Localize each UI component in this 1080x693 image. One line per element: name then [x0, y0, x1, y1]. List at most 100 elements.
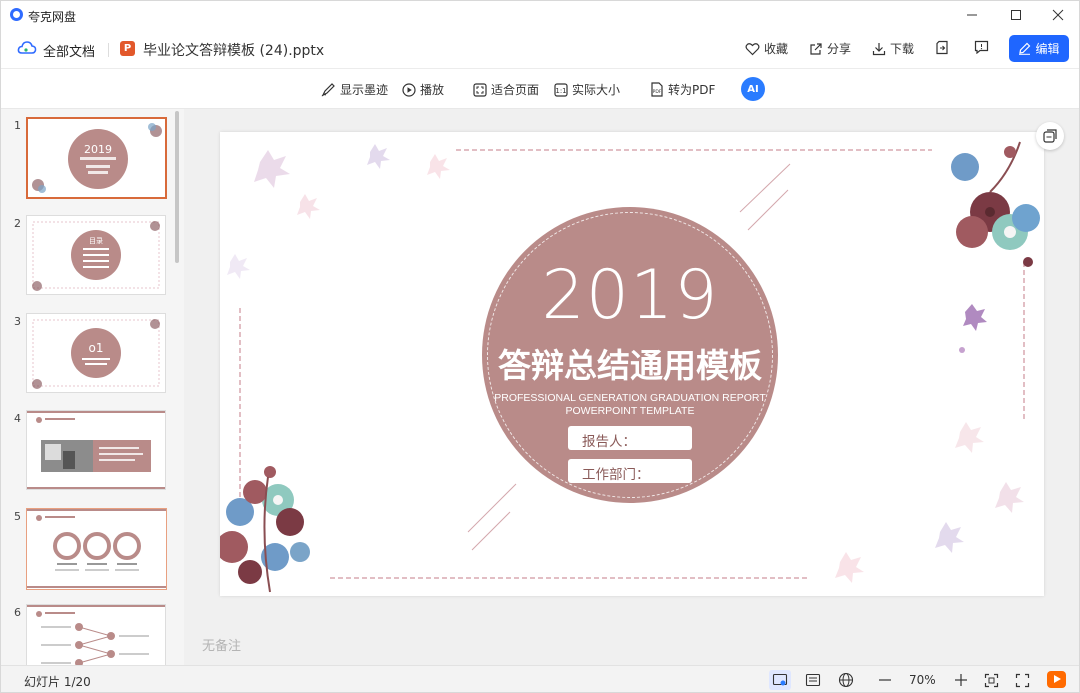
notes-placeholder[interactable]: 无备注 [202, 635, 241, 654]
thumbnail-preview: 2019 [32, 123, 162, 193]
svg-text:2019: 2019 [84, 143, 112, 156]
fit-window-button[interactable] [980, 670, 1002, 690]
zoom-out-button[interactable] [874, 670, 896, 690]
save-to-drive-icon [936, 40, 948, 55]
convert-pdf-button[interactable]: PDF 转为PDF [649, 81, 715, 98]
download-button[interactable]: 下载 [872, 40, 914, 57]
zoom-level[interactable]: 70% [909, 673, 936, 687]
edit-button[interactable]: 编辑 [1009, 35, 1069, 62]
play-button[interactable]: 播放 [402, 81, 444, 98]
pdf-icon: PDF [651, 82, 663, 97]
thumbnail-preview [27, 411, 165, 489]
thumb-number: 4 [14, 412, 21, 425]
thumb-number: 2 [14, 217, 21, 230]
download-label: 下载 [890, 42, 915, 56]
download-icon [872, 42, 886, 55]
thumbnail-preview: 目录 [32, 221, 160, 291]
ppt-file-icon: P [120, 41, 135, 56]
fit-page-button[interactable]: 适合页面 [473, 81, 539, 98]
thumbnail-scrollbar[interactable] [175, 111, 179, 263]
department-field: 工作部门： [568, 459, 692, 483]
thumb-number: 6 [14, 606, 21, 619]
svg-text:1:1: 1:1 [555, 87, 566, 95]
thumbnail-preview: o1 [32, 319, 160, 389]
slide-thumbnail-panel: 1 2019 2 目录 3 o1 4 5 6 [1, 109, 184, 665]
reporter-field: 报告人： [568, 426, 692, 450]
actual-size-label: 实际大小 [572, 83, 621, 97]
fullscreen-icon [1015, 673, 1029, 687]
heart-icon [745, 42, 760, 55]
ai-assistant-button[interactable]: AI [741, 77, 765, 101]
slide-viewer: 2019 答辩总结通用模板 PROFESSIONAL GENERATION GR… [184, 109, 1079, 665]
title-bar: 夸克网盘 [1, 1, 1079, 29]
slide-year: 2019 [541, 256, 719, 335]
all-docs-link[interactable]: 全部文档 [43, 41, 95, 60]
slide-thumbnail-5[interactable] [26, 508, 167, 590]
share-icon [810, 42, 822, 55]
share-button[interactable]: 分享 [809, 40, 851, 57]
slide-thumbnail-2[interactable]: 目录 [26, 215, 166, 295]
web-view-button[interactable] [835, 670, 857, 690]
fit-window-icon [984, 673, 998, 687]
fit-page-icon [473, 82, 487, 97]
thumb-number: 3 [14, 315, 21, 328]
thumbnail-preview [27, 509, 166, 588]
maximize-icon [1011, 10, 1021, 20]
slide-subtitle-1: PROFESSIONAL GENERATION GRADUATION REPOR… [494, 392, 766, 404]
normal-view-icon [772, 673, 788, 686]
minimize-button[interactable] [949, 1, 995, 29]
convert-pdf-label: 转为PDF [668, 83, 716, 97]
slide-thumbnail-1[interactable]: 2019 [26, 117, 167, 199]
current-slide[interactable]: 2019 答辩总结通用模板 PROFESSIONAL GENERATION GR… [220, 132, 1044, 596]
fullscreen-button[interactable] [1011, 670, 1033, 690]
viewer-toolbar: 显示墨迹 播放 适合页面 1:1 实际大小 PDF 转为PDF AI [1, 69, 1079, 109]
normal-view-button[interactable] [769, 670, 791, 690]
thumb-number: 5 [14, 510, 21, 523]
slide-counter: 幻灯片 1/20 [24, 675, 91, 689]
save-to-drive-button[interactable] [935, 40, 949, 55]
svg-text:o1: o1 [89, 341, 104, 355]
thumb-number: 1 [14, 119, 21, 132]
slide-title: 答辩总结通用模板 [498, 346, 762, 385]
notes-view-button[interactable] [802, 670, 824, 690]
play-circle-icon [402, 82, 416, 97]
document-header: 全部文档 P 毕业论文答辩模板 (24).pptx 收藏 分享 下载 编辑 [1, 29, 1079, 69]
notes-view-icon [805, 673, 821, 687]
show-ink-label: 显示墨迹 [340, 83, 389, 97]
app-logo-icon [10, 8, 23, 21]
show-ink-button[interactable]: 显示墨迹 [321, 81, 388, 98]
fit-page-label: 适合页面 [491, 83, 540, 97]
slideshow-play-button[interactable] [1047, 671, 1066, 688]
header-divider [108, 43, 109, 57]
slide-thumbnail-6[interactable] [26, 604, 166, 665]
feedback-button[interactable] [974, 40, 989, 54]
feedback-icon [974, 40, 989, 54]
reporter-label: 报告人： [582, 434, 636, 450]
svg-text:目录: 目录 [89, 237, 103, 245]
slide-thumbnail-3[interactable]: o1 [26, 313, 166, 393]
app-title: 夸克网盘 [28, 10, 77, 24]
actual-size-button[interactable]: 1:1 实际大小 [554, 81, 620, 98]
thumbnail-preview [27, 605, 165, 665]
actual-size-icon: 1:1 [554, 82, 568, 97]
file-name: 毕业论文答辩模板 (24).pptx [143, 43, 325, 59]
title-circle: 2019 答辩总结通用模板 PROFESSIONAL GENERATION GR… [482, 207, 778, 503]
close-icon [1052, 9, 1064, 21]
ink-pen-icon [321, 83, 335, 97]
close-button[interactable] [1035, 1, 1079, 29]
cloud-icon[interactable] [17, 39, 37, 57]
globe-icon [838, 672, 854, 688]
slide-subtitle-2: POWERPOINT TEMPLATE [565, 405, 695, 417]
favorite-button[interactable]: 收藏 [745, 40, 788, 57]
minimize-icon [967, 14, 977, 16]
share-label: 分享 [827, 42, 852, 56]
maximize-button[interactable] [993, 1, 1039, 29]
pencil-icon [1019, 42, 1031, 55]
zoom-in-button[interactable] [950, 670, 972, 690]
slide-thumbnail-4[interactable] [26, 410, 166, 490]
slide-options-button[interactable] [1036, 122, 1064, 150]
slide-options-icon [1043, 129, 1057, 143]
favorite-label: 收藏 [764, 42, 789, 56]
play-label: 播放 [420, 83, 445, 97]
app-window: 夸克网盘 全部文档 P 毕业论文答辩模板 (24).pptx 收藏 分享 下载 … [0, 0, 1080, 693]
